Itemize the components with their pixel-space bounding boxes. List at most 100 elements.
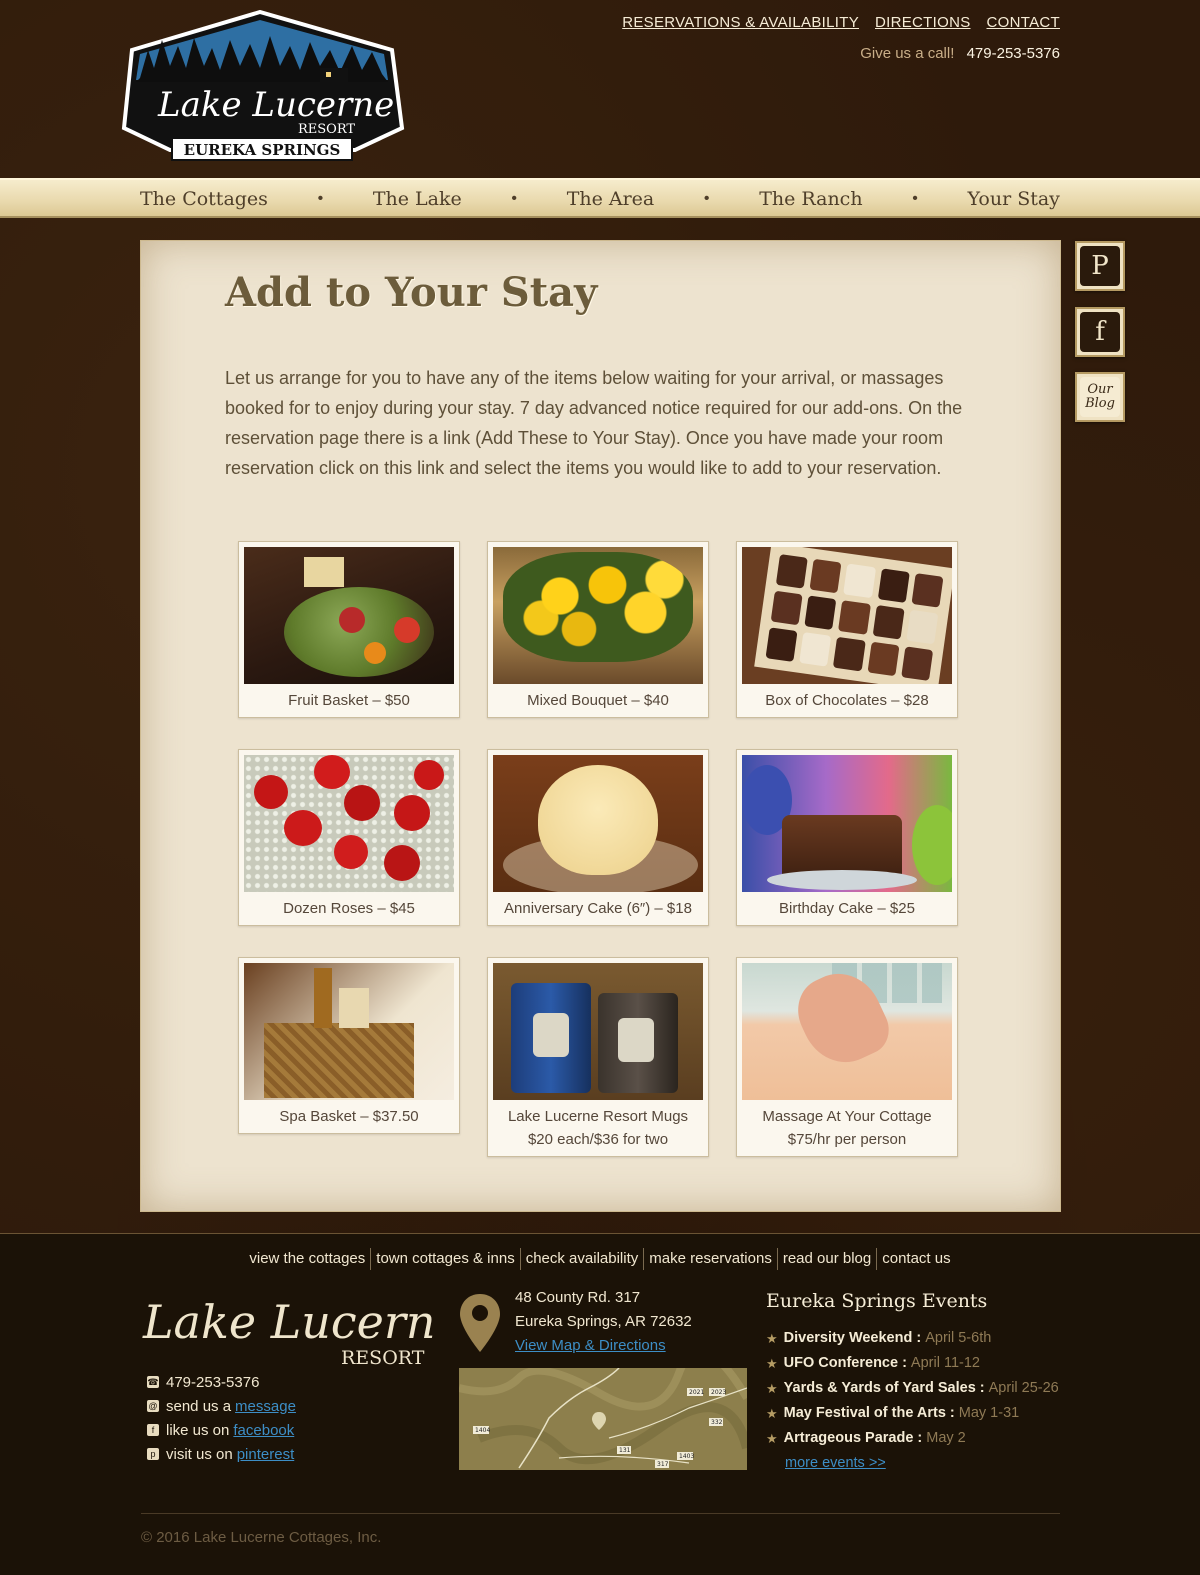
addon-card-box-of-chocolates[interactable]: Box of Chocolates – $28 <box>736 541 958 718</box>
logo-resort: RESORT <box>298 122 355 137</box>
nav-area[interactable]: The Area <box>567 188 655 210</box>
facebook-link[interactable]: facebook <box>233 1422 294 1439</box>
map-directions-link[interactable]: View Map & Directions <box>515 1337 666 1354</box>
blog-button[interactable]: Our Blog <box>1075 372 1125 422</box>
pinterest-link[interactable]: pinterest <box>237 1446 295 1463</box>
addon-card-massage[interactable]: Massage At Your Cottage $75/hr per perso… <box>736 957 958 1157</box>
map-label: 2021 <box>689 1389 704 1396</box>
event-date: April 5-6th <box>925 1330 992 1346</box>
event-date: April 11-12 <box>910 1355 980 1371</box>
events-title: Eureka Springs Events <box>766 1290 988 1312</box>
blog-label: Our Blog <box>1080 377 1120 417</box>
addon-caption: Box of Chocolates – $28 <box>765 692 929 709</box>
fruit-basket-photo <box>244 547 454 684</box>
addon-caption-price: $20 each/$36 for two <box>527 1131 669 1148</box>
contact-link[interactable]: CONTACT <box>987 14 1060 31</box>
star-icon: ★ <box>766 1406 778 1421</box>
area-map[interactable]: 2021 2023 1404 332 131 1403 317 <box>459 1368 747 1470</box>
call-label: Give us a call! <box>860 45 955 62</box>
nav-your-stay[interactable]: Your Stay <box>968 188 1060 210</box>
header-phone[interactable]: 479-253-5376 <box>967 45 1060 62</box>
mixed-bouquet-photo <box>493 547 703 684</box>
footer-logo-resort: RESORT <box>341 1347 425 1368</box>
pinterest-button[interactable]: P <box>1075 241 1125 291</box>
event-item[interactable]: ★ Diversity Weekend : April 5-6th <box>766 1326 1066 1351</box>
addon-caption: Spa Basket – $37.50 <box>279 1108 419 1125</box>
resort-logo[interactable]: Lake Lucerne RESORT EUREKA SPRINGS <box>120 10 405 165</box>
event-item[interactable]: ★ May Festival of the Arts : May 1-31 <box>766 1401 1066 1426</box>
address-line2: Eureka Springs, AR 72632 <box>515 1313 692 1330</box>
addon-card-birthday-cake[interactable]: Birthday Cake – $25 <box>736 749 958 926</box>
map-label: 317 <box>657 1461 669 1468</box>
nav-separator: • <box>511 190 518 207</box>
directions-link[interactable]: DIRECTIONS <box>875 14 971 31</box>
message-link[interactable]: message <box>235 1398 296 1415</box>
addon-card-resort-mugs[interactable]: Lake Lucerne Resort Mugs $20 each/$36 fo… <box>487 957 709 1157</box>
footer-link-town-cottages[interactable]: town cottages & inns <box>370 1248 519 1270</box>
event-item[interactable]: ★ UFO Conference : April 11-12 <box>766 1351 1066 1376</box>
addon-card-mixed-bouquet[interactable]: Mixed Bouquet – $40 <box>487 541 709 718</box>
nav-separator: • <box>703 190 710 207</box>
footer-link-blog[interactable]: read our blog <box>776 1248 876 1270</box>
event-date: May 1-31 <box>958 1405 1020 1421</box>
site-footer: view the cottages town cottages & inns c… <box>0 1233 1200 1575</box>
addon-card-dozen-roses[interactable]: Dozen Roses – $45 <box>238 749 460 926</box>
event-date: May 2 <box>926 1430 966 1446</box>
spa-basket-photo <box>244 963 454 1100</box>
footer-divider <box>141 1513 1060 1514</box>
addon-caption: Fruit Basket – $50 <box>288 692 410 709</box>
anniversary-cake-photo <box>493 755 703 892</box>
footer-link-availability[interactable]: check availability <box>519 1248 644 1270</box>
top-links: RESERVATIONS & AVAILABILITY DIRECTIONS C… <box>622 14 1060 31</box>
nav-lake[interactable]: The Lake <box>373 188 462 210</box>
copyright: © 2016 Lake Lucerne Cottages, Inc. <box>141 1529 382 1546</box>
addon-caption: Mixed Bouquet – $40 <box>527 692 669 709</box>
footer-link-reservations[interactable]: make reservations <box>643 1248 777 1270</box>
pinterest-icon: P <box>1080 246 1120 286</box>
nav-separator: • <box>912 190 918 207</box>
event-name: Diversity Weekend : <box>783 1330 922 1346</box>
pinterest-prefix: visit us on <box>166 1445 233 1463</box>
footer-logo-script: Lake Lucerne <box>142 1295 436 1349</box>
footer-phone[interactable]: 479-253-5376 <box>166 1374 259 1391</box>
footer-link-cottages[interactable]: view the cottages <box>244 1248 370 1270</box>
addon-caption: Lake Lucerne Resort Mugs <box>507 1108 689 1125</box>
intro-text: Let us arrange for you to have any of th… <box>225 368 963 478</box>
event-item[interactable]: ★ Artrageous Parade : May 2 <box>766 1426 1066 1451</box>
reservations-link[interactable]: RESERVATIONS & AVAILABILITY <box>622 14 859 31</box>
addon-card-spa-basket[interactable]: Spa Basket – $37.50 <box>238 957 460 1134</box>
nav-ranch[interactable]: The Ranch <box>759 188 862 210</box>
mugs-photo <box>493 963 703 1100</box>
page-title: Add to Your Stay <box>225 269 598 316</box>
map-pin-icon <box>460 1294 500 1352</box>
main-nav: The Cottages • The Lake • The Area • The… <box>0 178 1200 218</box>
nav-cottages[interactable]: The Cottages <box>140 188 268 210</box>
footer-address: 48 County Rd. 317 Eureka Springs, AR 726… <box>515 1286 692 1358</box>
chocolates-photo <box>742 547 952 684</box>
facebook-button[interactable]: f <box>1075 307 1125 357</box>
massage-photo <box>742 963 952 1100</box>
message-prefix: send us a <box>166 1397 232 1415</box>
map-label: 2023 <box>711 1389 726 1396</box>
map-label: 1403 <box>679 1453 694 1460</box>
addon-caption: Massage At Your Cottage <box>762 1108 932 1125</box>
events-section: Eureka Springs Events ★ Diversity Weekend… <box>766 1290 1066 1476</box>
event-item[interactable]: ★ Yards & Yards of Yard Sales : April 25-2… <box>766 1376 1066 1401</box>
facebook-icon: f <box>1080 312 1120 352</box>
star-icon: ★ <box>766 1331 778 1346</box>
star-icon: ★ <box>766 1431 778 1446</box>
addon-caption: Birthday Cake – $25 <box>779 900 915 917</box>
more-events-link[interactable]: more events >> <box>785 1455 886 1471</box>
event-name: May Festival of the Arts : <box>783 1405 955 1421</box>
event-name: UFO Conference : <box>783 1355 907 1371</box>
event-name: Yards & Yards of Yard Sales : <box>783 1380 985 1396</box>
addon-card-fruit-basket[interactable]: Fruit Basket – $50 <box>238 541 460 718</box>
logo-eureka: EUREKA SPRINGS <box>184 141 341 159</box>
birthday-cake-photo <box>742 755 952 892</box>
map-label: 131 <box>619 1447 631 1454</box>
addon-caption: Dozen Roses – $45 <box>283 900 415 917</box>
map-label: 332 <box>711 1419 723 1426</box>
footer-links: view the cottages town cottages & inns c… <box>0 1248 1200 1270</box>
footer-link-contact[interactable]: contact us <box>876 1248 955 1270</box>
addon-card-anniversary-cake[interactable]: Anniversary Cake (6″) – $18 <box>487 749 709 926</box>
